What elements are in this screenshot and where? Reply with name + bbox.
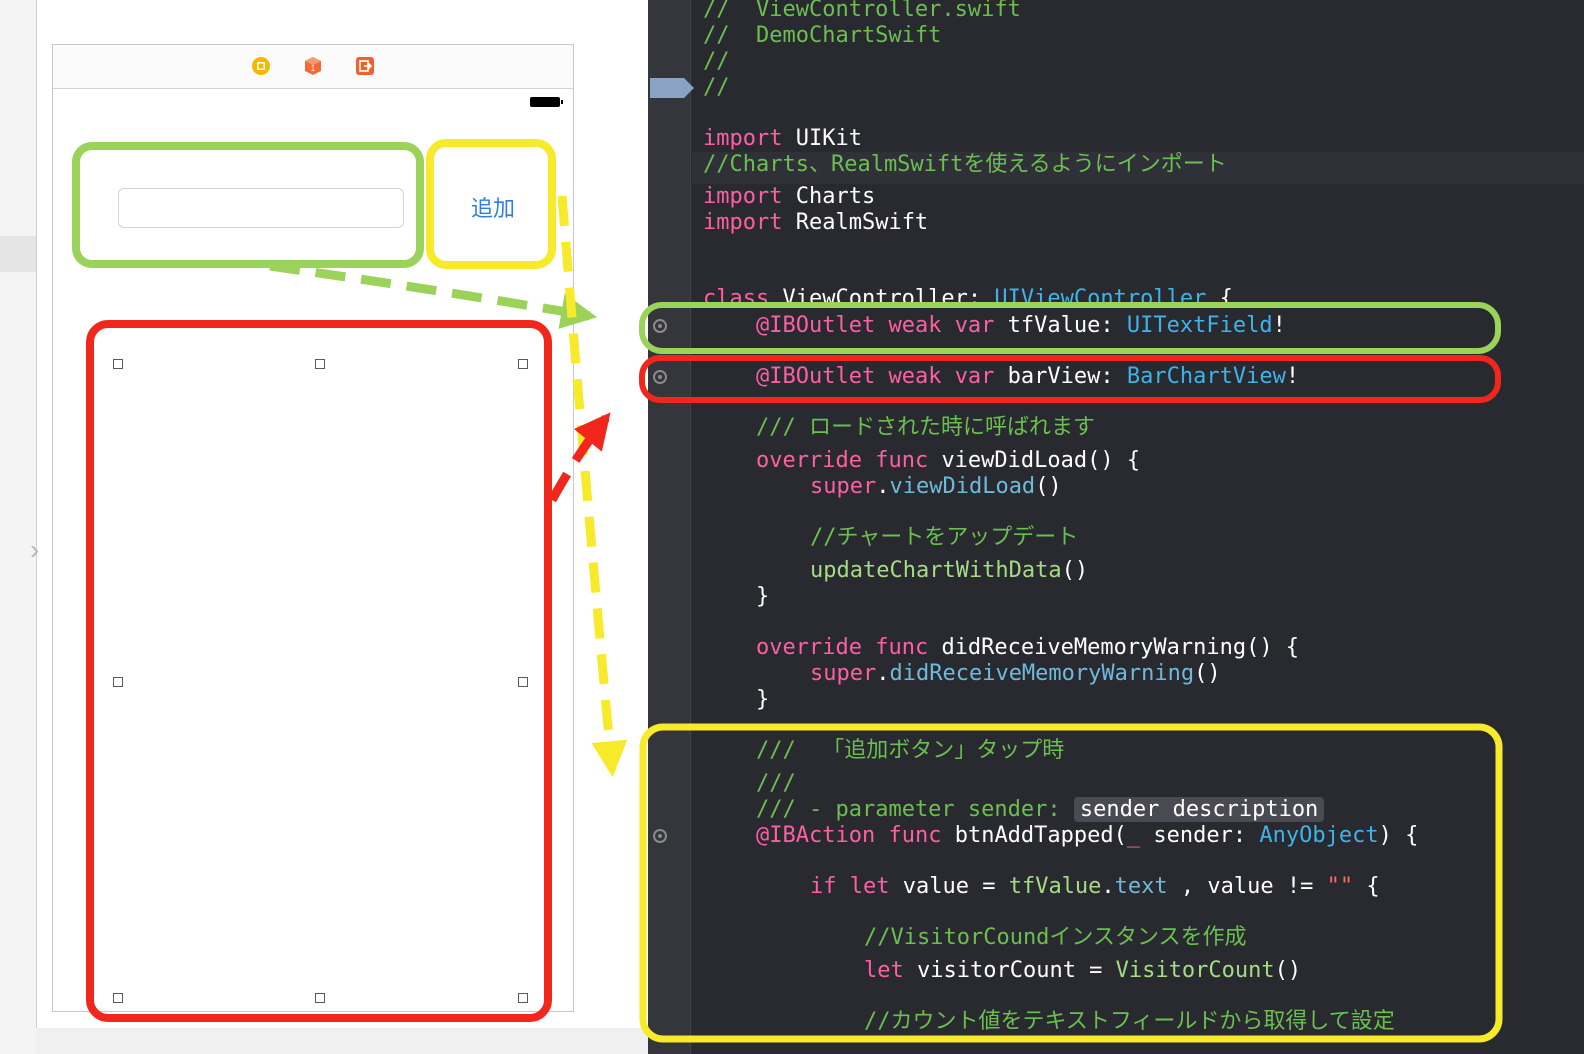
resize-handle-middle-left[interactable]: [113, 677, 123, 687]
outlet-connection-dot-icon[interactable]: [653, 370, 667, 384]
value-text-field[interactable]: [118, 188, 404, 228]
code-line[interactable]: if let value = tfValue.text , value != "…: [810, 874, 1380, 900]
code-line[interactable]: // ViewController.swift: [703, 0, 1021, 23]
storyboard-canvas: › 1 追加: [0, 0, 648, 1054]
code-line[interactable]: import Charts: [703, 184, 875, 210]
code-line[interactable]: //Charts、RealmSwiftを使えるようにインポート: [703, 152, 1227, 178]
outlet-connection-dot-icon[interactable]: [653, 319, 667, 333]
code-line[interactable]: override func didReceiveMemoryWarning() …: [756, 635, 1299, 661]
code-line[interactable]: super.viewDidLoad(): [810, 474, 1062, 500]
bar-chart-view[interactable]: [118, 364, 524, 998]
code-line-btnaddtapped-action[interactable]: @IBAction func btnAddTapped(_ sender: An…: [756, 823, 1418, 849]
code-line[interactable]: updateChartWithData(): [810, 558, 1088, 584]
code-line-class-partial[interactable]: class ViewController: UIViewController {: [703, 286, 1233, 302]
code-line[interactable]: /// ロードされた時に呼ばれます: [756, 415, 1095, 441]
editor-gutter: [648, 0, 691, 1054]
code-line[interactable]: ///: [756, 771, 796, 797]
code-line[interactable]: //: [703, 49, 730, 75]
code-line[interactable]: /// - parameter sender: sender descripti…: [756, 797, 1325, 823]
view-controller-icon[interactable]: [251, 56, 271, 76]
resize-handle-bottom-right[interactable]: [518, 993, 528, 1003]
code-line[interactable]: }: [756, 687, 769, 713]
code-line[interactable]: super.didReceiveMemoryWarning(): [810, 661, 1221, 687]
canvas-bottom-bar: [36, 1028, 648, 1054]
code-line[interactable]: // DemoChartSwift: [703, 23, 941, 49]
resize-handle-bottom-center[interactable]: [315, 993, 325, 1003]
code-editor[interactable]: // ViewController.swift // DemoChartSwif…: [648, 0, 1584, 1054]
current-line-marker-icon: [650, 78, 694, 98]
code-line-tfvalue-outlet[interactable]: @IBOutlet weak var tfValue: UITextField!: [756, 313, 1286, 339]
resize-handle-top-right[interactable]: [518, 359, 528, 369]
code-line[interactable]: }: [756, 584, 769, 610]
battery-icon: [530, 97, 563, 107]
code-line[interactable]: //VisitorCoundインスタンスを作成: [864, 925, 1247, 951]
outline-selection[interactable]: [0, 236, 36, 272]
first-responder-icon[interactable]: 1: [303, 56, 323, 76]
code-line[interactable]: //カウント値をテキストフィールドから取得して設定: [864, 1009, 1395, 1035]
add-button[interactable]: 追加: [444, 184, 542, 230]
code-line[interactable]: /// 「追加ボタン」タップ時: [756, 738, 1064, 764]
action-connection-dot-icon[interactable]: [653, 829, 667, 843]
svg-text:1: 1: [311, 64, 316, 73]
code-line[interactable]: import RealmSwift: [703, 210, 928, 236]
resize-handle-middle-right[interactable]: [518, 677, 528, 687]
code-line[interactable]: //: [703, 75, 730, 101]
storyboard-outline-gutter: [0, 0, 37, 1054]
exit-icon[interactable]: [355, 56, 375, 76]
code-line[interactable]: override func viewDidLoad() {: [756, 448, 1140, 474]
code-line-barview-outlet[interactable]: @IBOutlet weak var barView: BarChartView…: [756, 364, 1299, 390]
resize-handle-top-center[interactable]: [315, 359, 325, 369]
code-line[interactable]: let visitorCount = VisitorCount(): [864, 958, 1301, 984]
code-line[interactable]: //チャートをアップデート: [810, 525, 1078, 551]
resize-handle-bottom-left[interactable]: [113, 993, 123, 1003]
resize-handle-top-left[interactable]: [113, 359, 123, 369]
scene-dock: 1: [53, 45, 573, 89]
code-line[interactable]: import UIKit: [703, 126, 862, 152]
entry-point-arrow-icon: ›: [30, 534, 40, 565]
placeholder-token[interactable]: sender description: [1073, 797, 1325, 822]
